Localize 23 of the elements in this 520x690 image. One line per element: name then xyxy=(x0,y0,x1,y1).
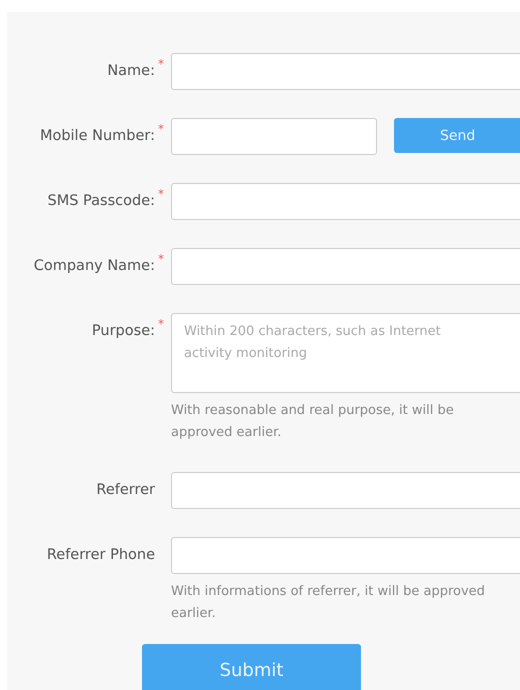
text-field[interactable] xyxy=(171,248,520,285)
text-field[interactable] xyxy=(171,472,520,509)
field-label: Mobile Number: xyxy=(38,127,155,146)
required-mark: * xyxy=(157,121,164,136)
field-label: Referrer Phone xyxy=(46,546,155,565)
required-mark: * xyxy=(157,251,164,266)
text-field[interactable] xyxy=(171,537,520,574)
field-label: Company Name: xyxy=(32,257,155,276)
field-label: Referrer xyxy=(95,481,155,500)
field-label: Purpose: xyxy=(90,322,155,341)
required-mark: * xyxy=(157,186,164,201)
field-label: Name: xyxy=(106,62,155,81)
submit-button[interactable]: Submit xyxy=(142,644,361,690)
required-mark: * xyxy=(157,56,164,71)
send-button[interactable]: Send xyxy=(394,118,520,153)
text-area[interactable]: Within 200 characters, such as Internet activity monitoring xyxy=(171,313,520,393)
required-mark: * xyxy=(157,316,164,331)
text-field[interactable] xyxy=(171,183,520,220)
text-field[interactable] xyxy=(171,118,377,155)
hint-text: With informations of referrer, it will be approved earlier. xyxy=(171,583,486,623)
field-label: SMS Passcode: xyxy=(46,192,155,211)
text-field[interactable] xyxy=(171,53,520,90)
hint-text: With reasonable and real purpose, it will be approved earlier. xyxy=(171,402,455,442)
